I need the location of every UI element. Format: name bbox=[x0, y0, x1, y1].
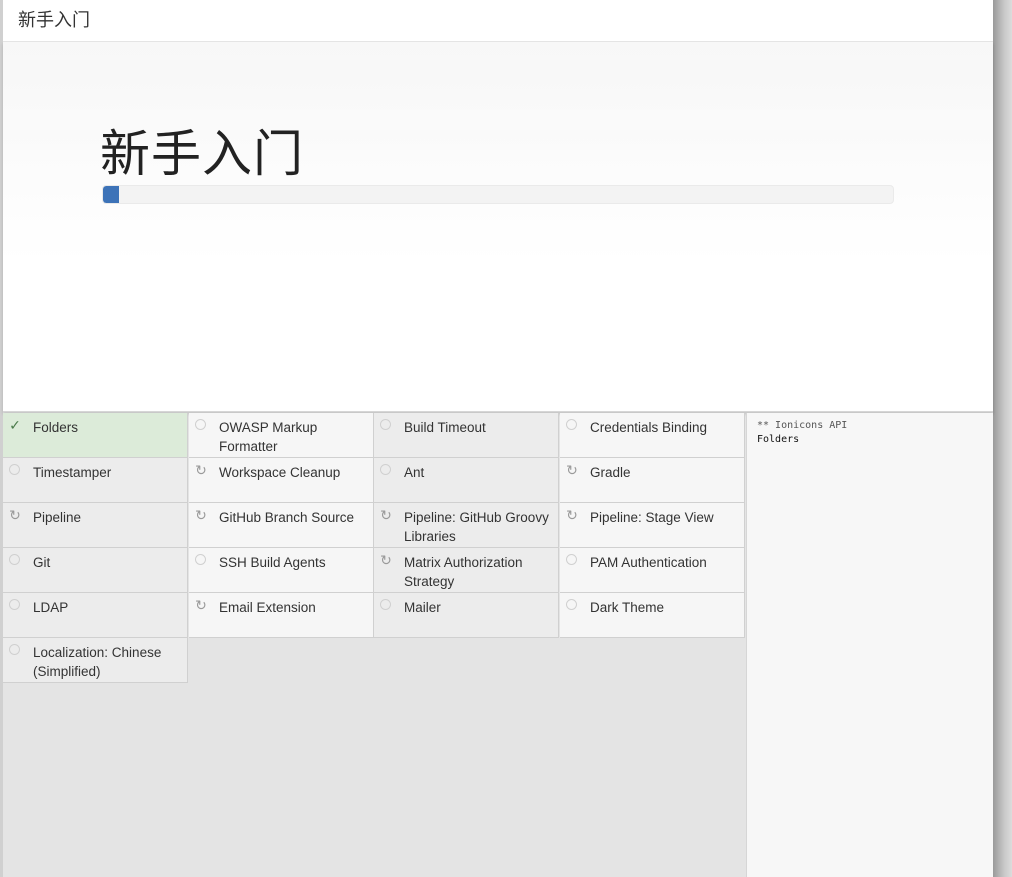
refresh-icon: ↻ bbox=[566, 462, 578, 478]
plugin-item: ↻ Gradle bbox=[560, 458, 745, 503]
install-progress-fill bbox=[103, 186, 119, 203]
plugin-label: Git bbox=[33, 555, 51, 570]
plugin-label: Email Extension bbox=[219, 600, 316, 615]
plugin-item: ↻ Email Extension bbox=[189, 593, 374, 638]
plugin-item: Dark Theme bbox=[560, 593, 745, 638]
install-log-panel[interactable]: ** Ionicons API Folders bbox=[746, 413, 993, 877]
plugin-label: Ant bbox=[404, 465, 425, 480]
install-progress-bar bbox=[102, 185, 894, 204]
circle-icon bbox=[195, 419, 206, 430]
plugin-item: Mailer bbox=[374, 593, 559, 638]
plugin-item: ↻ Workspace Cleanup bbox=[189, 458, 374, 503]
plugin-item: ↻ Matrix Authorization Strategy bbox=[374, 548, 559, 593]
plugin-item: Localization: Chinese (Simplified) bbox=[3, 638, 188, 683]
plugin-label: Timestamper bbox=[33, 465, 112, 480]
refresh-icon: ↻ bbox=[195, 597, 207, 613]
hero-panel: 新手入门 bbox=[3, 42, 993, 412]
plugin-label: Workspace Cleanup bbox=[219, 465, 341, 480]
plugin-item: Credentials Binding bbox=[560, 413, 745, 458]
plugin-label: Folders bbox=[33, 420, 79, 435]
plugin-item: Build Timeout bbox=[374, 413, 559, 458]
plugin-label: Credentials Binding bbox=[590, 420, 708, 435]
plugin-label: Gradle bbox=[590, 465, 631, 480]
plugin-label: Pipeline bbox=[33, 510, 82, 525]
header-title: 新手入门 bbox=[18, 10, 90, 31]
plugin-item: Git bbox=[3, 548, 188, 593]
header-bar: 新手入门 bbox=[3, 0, 993, 42]
plugin-item: OWASP Markup Formatter bbox=[189, 413, 374, 458]
log-line: Folders bbox=[757, 434, 800, 445]
plugin-item: Ant bbox=[374, 458, 559, 503]
check-icon: ✓ bbox=[9, 417, 21, 433]
circle-icon bbox=[566, 599, 577, 610]
plugin-label: Matrix Authorization Strategy bbox=[404, 555, 523, 589]
plugin-label: Build Timeout bbox=[404, 420, 486, 435]
plugin-item: PAM Authentication bbox=[560, 548, 745, 593]
log-line: ** Ionicons API bbox=[757, 420, 848, 431]
circle-icon bbox=[380, 419, 391, 430]
plugin-label: Localization: Chinese (Simplified) bbox=[33, 645, 162, 679]
refresh-icon: ↻ bbox=[9, 507, 21, 523]
plugin-label: LDAP bbox=[33, 600, 69, 615]
plugin-item: ↻ Pipeline bbox=[3, 503, 188, 548]
plugin-label: Pipeline: GitHub Groovy Libraries bbox=[404, 510, 549, 544]
plugin-label: PAM Authentication bbox=[590, 555, 707, 570]
plugin-label: Dark Theme bbox=[590, 600, 665, 615]
circle-icon bbox=[566, 554, 577, 565]
plugin-item: ↻ Pipeline: GitHub Groovy Libraries bbox=[374, 503, 559, 548]
circle-icon bbox=[9, 644, 20, 655]
plugin-label: SSH Build Agents bbox=[219, 555, 326, 570]
circle-icon bbox=[380, 599, 391, 610]
refresh-icon: ↻ bbox=[195, 507, 207, 523]
refresh-icon: ↻ bbox=[380, 507, 392, 523]
circle-icon bbox=[195, 554, 206, 565]
circle-icon bbox=[9, 599, 20, 610]
plugin-item: SSH Build Agents bbox=[189, 548, 374, 593]
window-shadow bbox=[993, 0, 1012, 877]
refresh-icon: ↻ bbox=[380, 552, 392, 568]
page-title: 新手入门 bbox=[100, 125, 304, 183]
plugin-label: Pipeline: Stage View bbox=[590, 510, 714, 525]
plugin-item: Timestamper bbox=[3, 458, 188, 503]
plugin-item: LDAP bbox=[3, 593, 188, 638]
plugin-label: GitHub Branch Source bbox=[219, 510, 355, 525]
circle-icon bbox=[9, 554, 20, 565]
plugin-label: Mailer bbox=[404, 600, 441, 615]
refresh-icon: ↻ bbox=[566, 507, 578, 523]
plugin-label: OWASP Markup Formatter bbox=[219, 420, 318, 454]
plugin-item: ✓ Folders bbox=[3, 413, 188, 458]
circle-icon bbox=[380, 464, 391, 475]
plugin-item: ↻ GitHub Branch Source bbox=[189, 503, 374, 548]
plugin-item: ↻ Pipeline: Stage View bbox=[560, 503, 745, 548]
refresh-icon: ↻ bbox=[195, 462, 207, 478]
circle-icon bbox=[566, 419, 577, 430]
circle-icon bbox=[9, 464, 20, 475]
